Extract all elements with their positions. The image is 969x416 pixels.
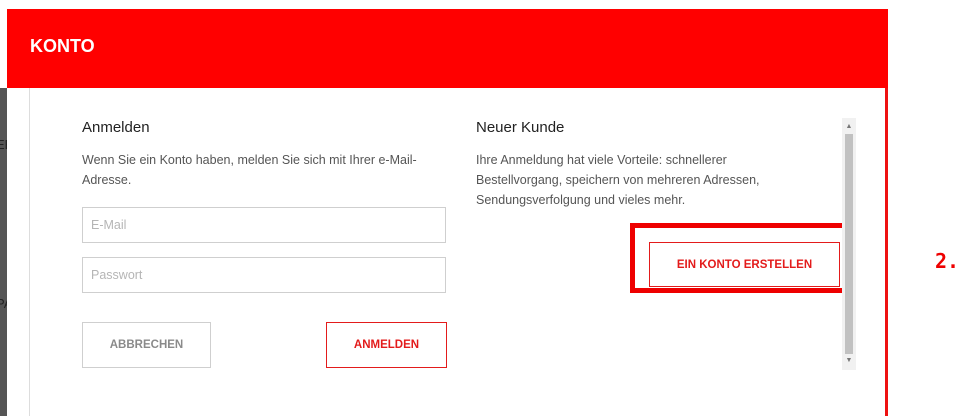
login-description: Wenn Sie ein Konto haben, melden Sie sic… <box>82 150 417 190</box>
email-field[interactable] <box>82 207 446 243</box>
login-button[interactable]: ANMELDEN <box>326 322 447 368</box>
new-customer-description-line: Bestellvorgang, speichern von mehreren A… <box>476 173 760 187</box>
annotation-highlight-box <box>630 223 852 293</box>
scrollbar-thumb[interactable] <box>845 134 853 354</box>
new-customer-description-line: Sendungsverfolgung und vieles mehr. <box>476 193 686 207</box>
login-heading: Anmelden <box>82 119 150 136</box>
modal-header: KONTO <box>7 9 888 88</box>
annotation-step-label: 2. <box>935 249 960 273</box>
new-customer-description: Ihre Anmeldung hat viele Vorteile: schne… <box>476 150 760 210</box>
cancel-button[interactable]: ABBRECHEN <box>82 322 211 368</box>
scroll-up-arrow-icon[interactable]: ▲ <box>842 120 856 134</box>
password-field[interactable] <box>82 257 446 293</box>
modal-title: KONTO <box>30 36 95 56</box>
modal-scrollbar[interactable]: ▲ ▼ <box>842 118 856 370</box>
login-description-line: Adresse. <box>82 173 132 187</box>
new-customer-description-line: Ihre Anmeldung hat viele Vorteile: schne… <box>476 153 727 167</box>
new-customer-heading: Neuer Kunde <box>476 119 565 136</box>
login-description-line: Wenn Sie ein Konto haben, melden Sie sic… <box>82 153 417 167</box>
scroll-down-arrow-icon[interactable]: ▼ <box>842 354 856 368</box>
